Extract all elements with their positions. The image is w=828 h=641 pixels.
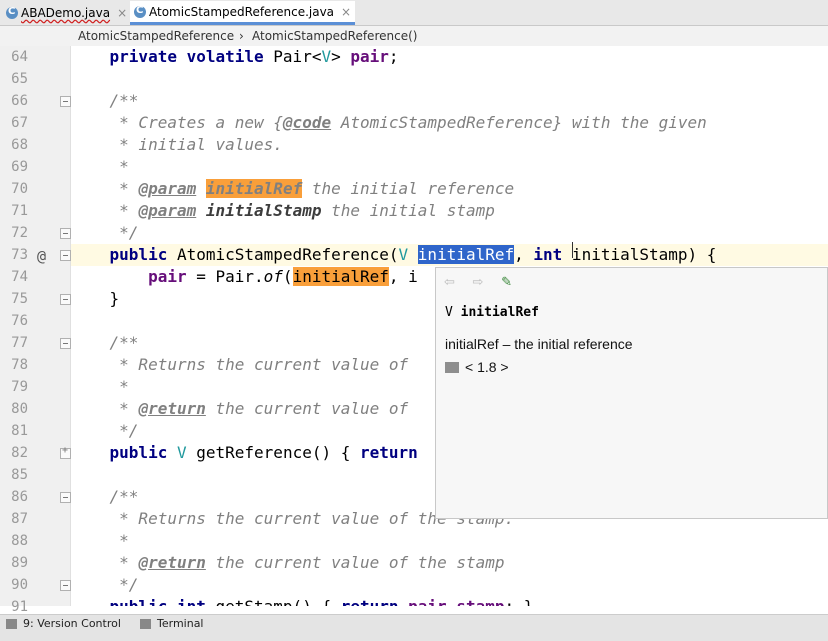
line-number: 72 [11,225,28,241]
mouse-cursor [572,242,573,258]
line-number: 71 [11,203,28,219]
line-number: 80 [11,401,28,417]
code-line-88: * [71,531,129,550]
tab-label: ABADemo.java [21,6,111,20]
line-number: 70 [11,181,28,197]
fold-toggle-icon[interactable] [60,492,71,503]
line-number: 74 [11,269,28,285]
code-line-69: * [71,157,129,176]
back-icon[interactable]: ⇦ [444,274,455,289]
code-line-68: * initial values. [71,135,283,154]
line-number: 81 [11,423,28,439]
code-line-67: * Creates a new {@code AtomicStampedRefe… [71,113,707,132]
close-icon[interactable]: × [117,6,127,20]
line-number: 87 [11,511,28,527]
fold-toggle-icon[interactable] [60,580,71,591]
library-icon [445,361,459,373]
breadcrumb-class[interactable]: AtomicStampedReference [78,29,234,43]
code-line-72: */ [71,223,139,242]
quick-documentation-popup[interactable]: ⇦ ⇨ ✎ V initialRef initialRef – the init… [435,267,828,519]
fold-toggle-icon[interactable] [60,294,71,305]
code-line-71: * @param initialStamp the initial stamp [71,201,495,220]
code-line-90: */ [71,575,139,594]
code-line-73: public AtomicStampedReference(V initialR… [71,244,828,266]
highlighted-identifier: initialRef [205,179,303,198]
tab-abademo[interactable]: ABADemo.java × [2,1,131,25]
code-line-89: * @return the current value of the stamp [71,553,505,572]
fold-toggle-icon[interactable] [60,250,71,261]
version-control-icon [6,618,17,629]
terminal-icon [140,618,151,629]
close-icon[interactable]: × [341,5,351,19]
status-bar: 9: Version Control Terminal [0,614,828,641]
line-number: 78 [11,357,28,373]
line-number: 89 [11,555,28,571]
version-control-button[interactable]: 9: Version Control [6,617,121,630]
line-number: 73 [11,247,28,263]
editor-tab-bar: ABADemo.java × AtomicStampedReference.ja… [0,0,828,26]
popup-signature: V initialRef [445,305,539,320]
fold-toggle-icon[interactable] [60,228,71,239]
breadcrumb-constructor[interactable]: AtomicStampedReference() [252,29,417,43]
terminal-button[interactable]: Terminal [140,617,204,630]
line-number: 90 [11,577,28,593]
line-number: 69 [11,159,28,175]
code-line-66: /** [71,91,139,110]
edit-source-icon[interactable]: ✎ [501,274,512,289]
popup-toolbar: ⇦ ⇨ ✎ [444,274,526,290]
line-number-gutter[interactable]: 64 65 66 67 68 69 70 71 72 73 74 75 76 7… [0,46,71,615]
line-number: 66 [11,93,28,109]
line-number: 65 [11,71,28,87]
line-number: 86 [11,489,28,505]
popup-description: initialRef – the initial reference [445,336,633,352]
breadcrumb-separator: › [239,29,244,43]
line-number: 88 [11,533,28,549]
highlighted-identifier: initialRef [292,267,389,286]
line-number: 85 [11,467,28,483]
forward-icon[interactable]: ⇨ [473,274,484,289]
line-number: 68 [11,137,28,153]
line-number: 82 [11,445,28,461]
override-marker-icon[interactable]: @ [37,247,46,265]
java-class-icon [6,6,18,19]
fold-toggle-icon[interactable] [60,338,71,349]
selected-identifier: initialRef [417,245,515,264]
fold-expand-icon[interactable] [60,445,71,459]
tab-label: AtomicStampedReference.java [149,4,335,19]
line-number: 75 [11,291,28,307]
line-number: 67 [11,115,28,131]
code-line-70: * @param initialRef the initial referenc… [71,179,515,198]
line-number: 79 [11,379,28,395]
line-number: 64 [11,49,28,65]
fold-toggle-icon[interactable] [60,96,71,107]
tab-atomicstampedreference[interactable]: AtomicStampedReference.java × [130,1,356,25]
code-line-91: public int getStamp() { return pair.stam… [71,596,828,606]
line-number: 76 [11,313,28,329]
java-class-icon [134,5,146,18]
code-line-64: private volatile Pair<V> pair; [109,47,399,66]
line-number: 77 [11,335,28,351]
popup-library: < 1.8 > [445,359,509,375]
breadcrumb: AtomicStampedReference › AtomicStampedRe… [0,26,828,46]
